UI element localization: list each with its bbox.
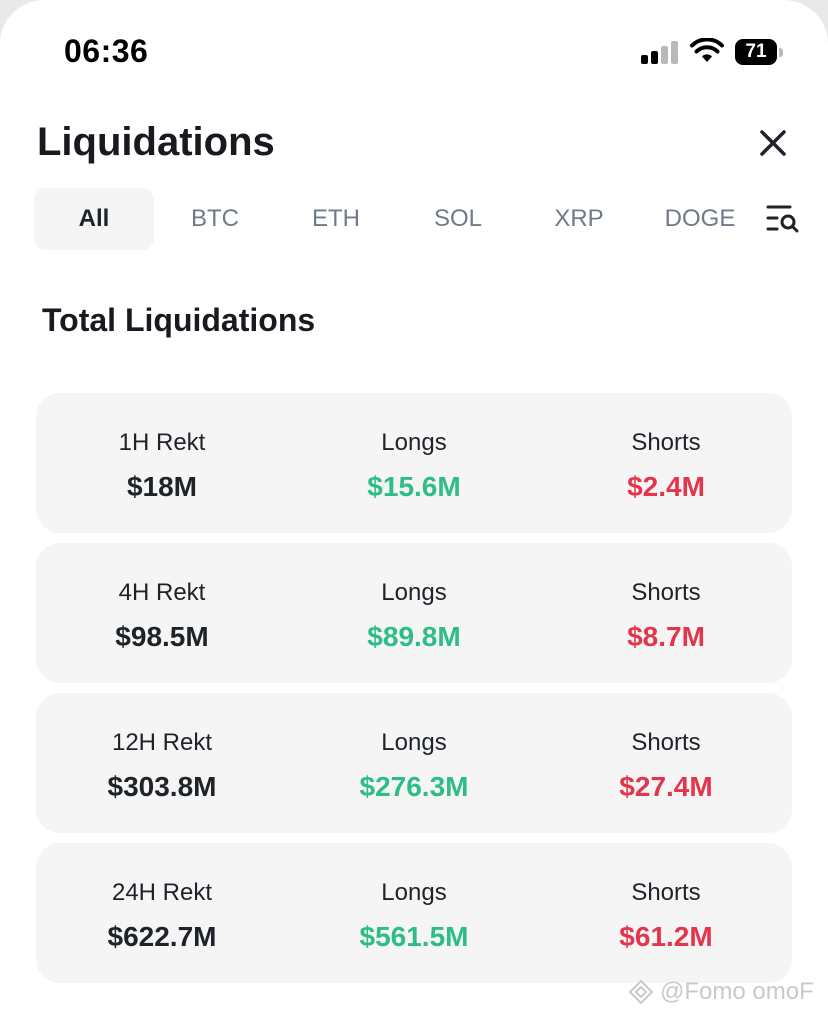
period-label: 4H Rekt <box>118 579 206 606</box>
longs-label: Longs <box>381 579 447 606</box>
shorts-label: Shorts <box>631 729 701 756</box>
coin-tabs: All BTC ETH SOL XRP DOGE <box>34 188 764 250</box>
tab-btc[interactable]: BTC <box>155 188 275 250</box>
longs-label: Longs <box>381 729 447 756</box>
shorts-column: Shorts $61.2M <box>540 843 792 983</box>
tab-all[interactable]: All <box>34 188 154 250</box>
wifi-icon <box>690 38 724 62</box>
total-column: 4H Rekt $98.5M <box>36 543 288 683</box>
shorts-label: Shorts <box>631 579 701 606</box>
total-value: $98.5M <box>115 621 209 652</box>
shorts-value: $8.7M <box>627 621 705 652</box>
status-time: 06:36 <box>64 33 149 69</box>
app-screen: 06:36 71 Liquidations All BTC ETH SOL XR… <box>0 0 828 1013</box>
tab-eth[interactable]: ETH <box>276 188 396 250</box>
period-label: 12H Rekt <box>111 729 213 756</box>
longs-column: Longs $89.8M <box>288 543 540 683</box>
search-list-icon[interactable] <box>764 200 804 236</box>
longs-value: $561.5M <box>359 921 469 952</box>
liquidation-card-24h: 24H Rekt $622.7M Longs $561.5M Shorts $6… <box>36 843 792 983</box>
shorts-value: $27.4M <box>619 771 713 802</box>
shorts-column: Shorts $8.7M <box>540 543 792 683</box>
close-icon[interactable] <box>752 122 794 164</box>
liquidation-card-1h: 1H Rekt $18M Longs $15.6M Shorts $2.4M <box>36 393 792 533</box>
watermark: @Fomo omoF <box>628 978 814 1006</box>
total-column: 1H Rekt $18M <box>36 393 288 533</box>
longs-column: Longs $561.5M <box>288 843 540 983</box>
longs-column: Longs $276.3M <box>288 693 540 833</box>
longs-value: $276.3M <box>359 771 469 802</box>
tab-sol[interactable]: SOL <box>398 188 518 250</box>
total-column: 12H Rekt $303.8M <box>36 693 288 833</box>
battery-icon: 71 <box>735 39 783 65</box>
shorts-column: Shorts $27.4M <box>540 693 792 833</box>
cellular-signal-icon <box>641 40 679 64</box>
longs-value: $15.6M <box>367 471 461 502</box>
shorts-label: Shorts <box>631 429 701 456</box>
shorts-value: $61.2M <box>619 921 713 952</box>
tab-doge[interactable]: DOGE <box>640 188 760 250</box>
shorts-label: Shorts <box>631 879 701 906</box>
longs-column: Longs $15.6M <box>288 393 540 533</box>
liquidation-card-12h: 12H Rekt $303.8M Longs $276.3M Shorts $2… <box>36 693 792 833</box>
total-value: $303.8M <box>107 771 217 802</box>
longs-label: Longs <box>381 879 447 906</box>
liquidation-card-4h: 4H Rekt $98.5M Longs $89.8M Shorts $8.7M <box>36 543 792 683</box>
total-value: $18M <box>126 471 198 502</box>
battery-level: 71 <box>735 39 777 65</box>
longs-value: $89.8M <box>367 621 461 652</box>
watermark-text: @Fomo omoF <box>660 978 814 1005</box>
longs-label: Longs <box>381 429 447 456</box>
section-title: Total Liquidations <box>42 302 316 338</box>
diamond-logo-icon <box>628 979 654 1005</box>
page-title: Liquidations <box>37 120 275 164</box>
tab-xrp[interactable]: XRP <box>519 188 639 250</box>
shorts-column: Shorts $2.4M <box>540 393 792 533</box>
period-label: 1H Rekt <box>118 429 206 456</box>
period-label: 24H Rekt <box>111 879 213 906</box>
shorts-value: $2.4M <box>627 471 705 502</box>
total-column: 24H Rekt $622.7M <box>36 843 288 983</box>
total-value: $622.7M <box>107 921 217 952</box>
